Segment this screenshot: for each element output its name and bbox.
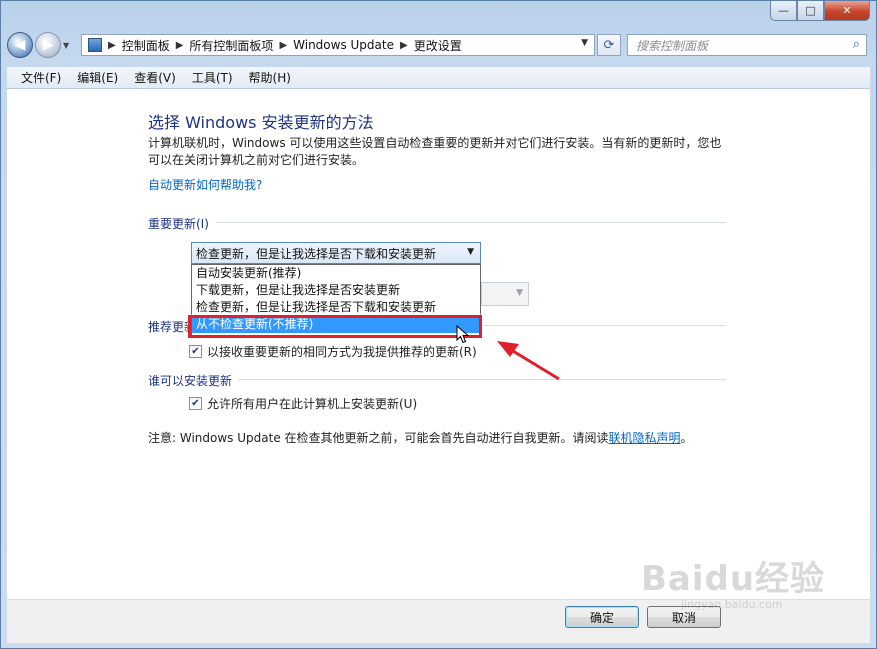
dropdown-option-download-only[interactable]: 下载更新，但是让我选择是否安装更新 bbox=[192, 282, 480, 299]
control-panel-icon bbox=[88, 38, 102, 52]
update-note: 注意: Windows Update 在检查其他更新之前，可能会首先自动进行自我… bbox=[148, 429, 693, 446]
cancel-button[interactable]: 取消 bbox=[647, 606, 721, 628]
privacy-statement-link[interactable]: 联机隐私声明 bbox=[609, 431, 681, 445]
search-icon[interactable]: ⌕ bbox=[853, 37, 860, 52]
recent-pages-dropdown-icon[interactable]: ▼ bbox=[63, 41, 69, 50]
breadcrumb-control-panel[interactable]: 控制面板 bbox=[122, 37, 170, 54]
menu-bar: 文件(F) 编辑(E) 查看(V) 工具(T) 帮助(H) bbox=[7, 67, 870, 89]
page-title: 选择 Windows 安装更新的方法 bbox=[148, 113, 374, 132]
note-suffix: 。 bbox=[680, 431, 693, 445]
breadcrumb-change-settings[interactable]: 更改设置 bbox=[414, 37, 462, 54]
dialog-footer: 确定 取消 bbox=[7, 599, 870, 643]
search-input[interactable]: 搜索控制面板 ⌕ bbox=[627, 34, 867, 56]
breadcrumb-separator-icon[interactable]: ▶ bbox=[108, 40, 116, 51]
caption-buttons: — □ ✕ bbox=[770, 1, 870, 21]
breadcrumb-all-items[interactable]: 所有控制面板项 bbox=[189, 37, 273, 54]
address-dropdown-icon[interactable]: ▼ bbox=[581, 38, 588, 48]
note-text: 注意: Windows Update 在检查其他更新之前，可能会首先自动进行自我… bbox=[148, 431, 609, 445]
page-description: 计算机联机时，Windows 可以使用这些设置自动检查重要的更新并对它们进行安装… bbox=[148, 136, 722, 167]
settings-panel: 选择 Windows 安装更新的方法 计算机联机时，Windows 可以使用这些… bbox=[7, 89, 870, 599]
ok-button[interactable]: 确定 bbox=[565, 606, 639, 628]
menu-tools[interactable]: 工具(T) bbox=[184, 69, 241, 86]
close-button[interactable]: ✕ bbox=[824, 1, 870, 21]
menu-view[interactable]: 查看(V) bbox=[126, 69, 184, 86]
allow-all-users-option[interactable]: ✔ 允许所有用户在此计算机上安装更新(U) bbox=[189, 395, 417, 412]
chevron-down-icon: ▼ bbox=[516, 288, 523, 298]
breadcrumb-separator-icon[interactable]: ▶ bbox=[279, 40, 287, 51]
important-updates-combobox[interactable]: 检查更新，但是让我选择是否下载和安装更新 ▼ bbox=[191, 242, 481, 264]
address-bar[interactable]: ▶ 控制面板 ▶ 所有控制面板项 ▶ Windows Update ▶ 更改设置… bbox=[81, 34, 595, 56]
allow-all-users-checkbox-label: 允许所有用户在此计算机上安装更新(U) bbox=[207, 397, 418, 411]
menu-file[interactable]: 文件(F) bbox=[13, 69, 69, 86]
recommended-updates-checkbox-label: 以接收重要更新的相同方式为我提供推荐的更新(R) bbox=[207, 345, 477, 359]
breadcrumb-windows-update[interactable]: Windows Update bbox=[293, 38, 394, 52]
important-updates-label: 重要更新(I) bbox=[148, 215, 215, 232]
breadcrumb-separator-icon[interactable]: ▶ bbox=[176, 40, 184, 51]
maximize-button[interactable]: □ bbox=[797, 1, 824, 21]
refresh-icon[interactable]: ⟳ bbox=[597, 34, 621, 56]
dropdown-option-check-only[interactable]: 检查更新，但是让我选择是否下载和安装更新 bbox=[192, 299, 480, 316]
help-link[interactable]: 自动更新如何帮助我? bbox=[148, 176, 262, 193]
allow-all-users-checkbox[interactable]: ✔ bbox=[189, 397, 202, 410]
combobox-selected-value: 检查更新，但是让我选择是否下载和安装更新 bbox=[196, 246, 437, 261]
annotation-highlight-box bbox=[188, 315, 482, 338]
minimize-button[interactable]: — bbox=[770, 1, 797, 21]
recommended-updates-checkbox[interactable]: ✔ bbox=[189, 345, 202, 358]
install-time-combobox: ▼ bbox=[481, 282, 529, 306]
control-panel-window: — □ ✕ ◀ ▶ ▼ ▶ 控制面板 ▶ 所有控制面板项 ▶ Windows U… bbox=[0, 0, 877, 649]
breadcrumb-separator-icon[interactable]: ▶ bbox=[400, 40, 408, 51]
chevron-down-icon[interactable]: ▼ bbox=[467, 247, 474, 257]
dropdown-option-auto-install[interactable]: 自动安装更新(推荐) bbox=[192, 265, 480, 282]
back-arrow-icon[interactable]: ◀ bbox=[7, 32, 33, 58]
mouse-pointer-icon bbox=[456, 325, 470, 344]
forward-arrow-icon[interactable]: ▶ bbox=[35, 32, 61, 58]
menu-help[interactable]: 帮助(H) bbox=[241, 69, 299, 86]
navigation-bar: ◀ ▶ ▼ ▶ 控制面板 ▶ 所有控制面板项 ▶ Windows Update … bbox=[7, 29, 870, 61]
section-divider bbox=[148, 222, 726, 223]
menu-edit[interactable]: 编辑(E) bbox=[69, 69, 126, 86]
search-placeholder: 搜索控制面板 bbox=[636, 38, 709, 53]
who-can-install-label: 谁可以安装更新 bbox=[148, 372, 239, 389]
recommended-updates-option[interactable]: ✔ 以接收重要更新的相同方式为我提供推荐的更新(R) bbox=[189, 343, 477, 360]
